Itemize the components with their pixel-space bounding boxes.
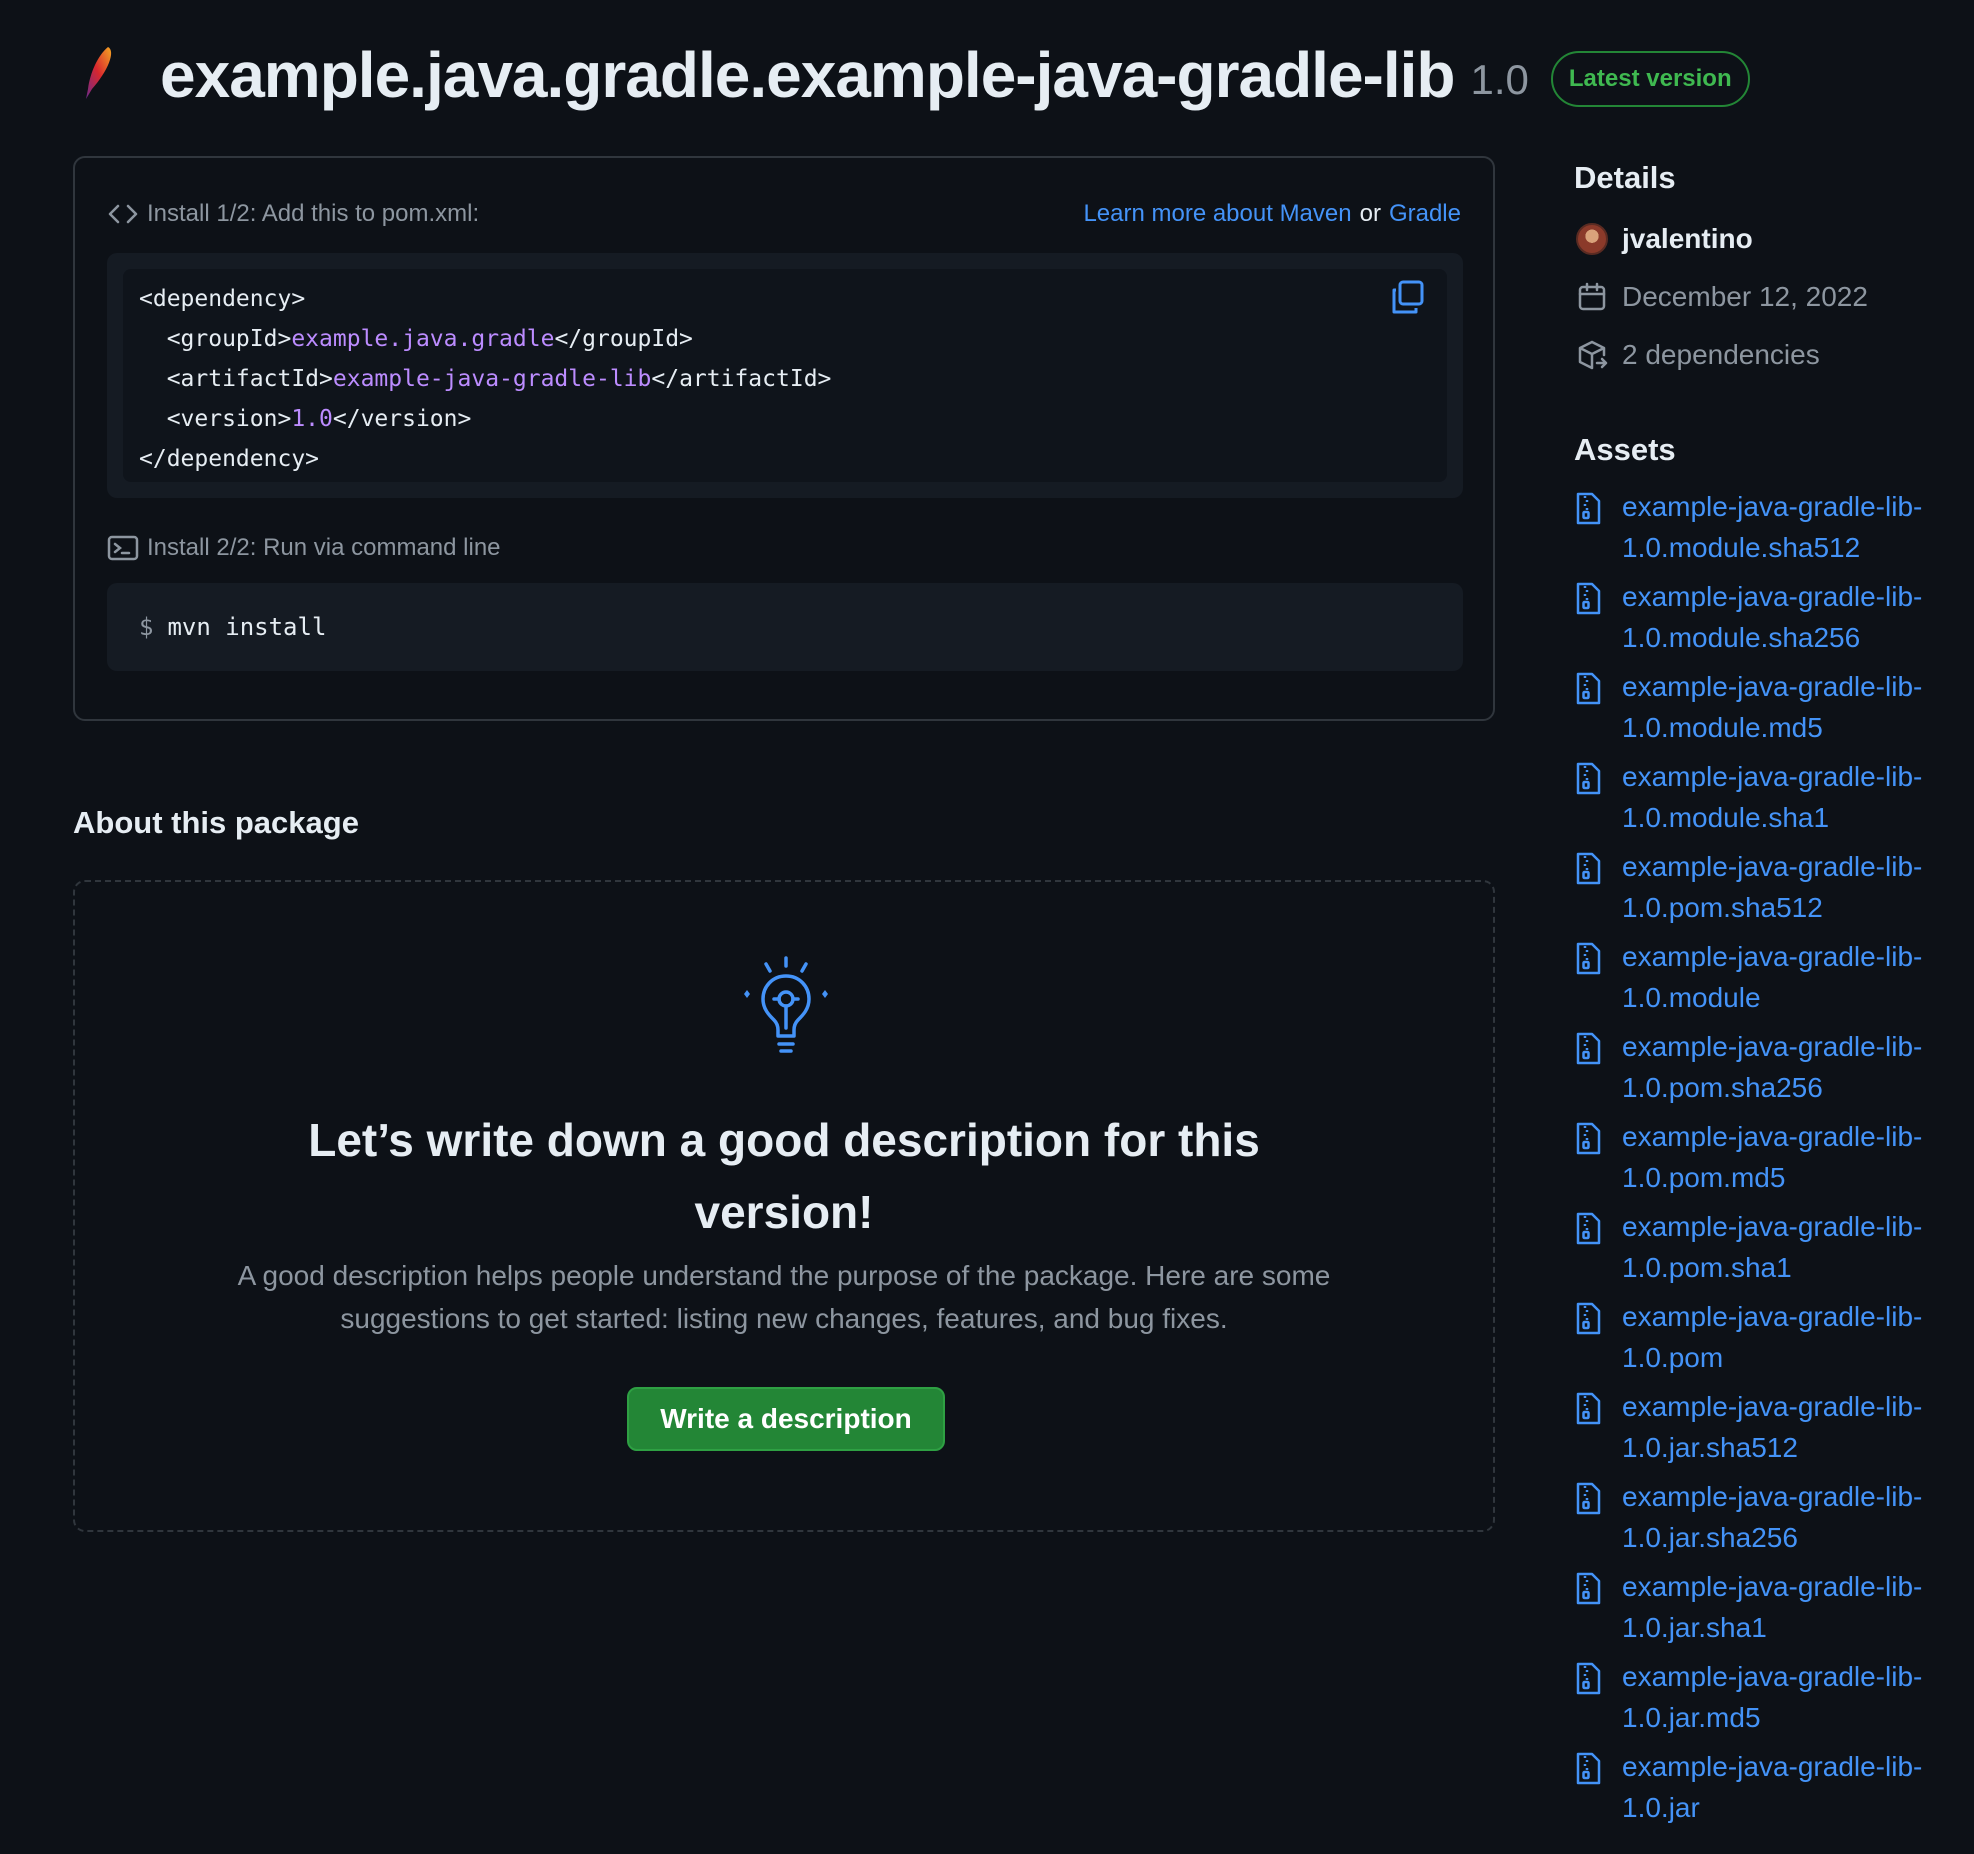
file-zip-icon xyxy=(1574,666,1610,706)
asset-link[interactable]: example-java-gradle-lib-1.0.pom.sha256 xyxy=(1622,1026,1962,1108)
asset-link[interactable]: example-java-gradle-lib-1.0.pom.md5 xyxy=(1622,1116,1962,1198)
asset-item[interactable]: example-java-gradle-lib-1.0.jar.sha1 xyxy=(1574,1566,1974,1648)
asset-item[interactable]: example-java-gradle-lib-1.0.pom.sha1 xyxy=(1574,1206,1974,1288)
asset-item[interactable]: example-java-gradle-lib-1.0.pom.md5 xyxy=(1574,1116,1974,1198)
about-heading: About this package xyxy=(73,805,359,840)
asset-link[interactable]: example-java-gradle-lib-1.0.module.sha1 xyxy=(1622,756,1962,838)
code-icon xyxy=(108,204,138,224)
asset-item[interactable]: example-java-gradle-lib-1.0.module.sha51… xyxy=(1574,486,1974,568)
sidebar: Details jvalentino December 12, 2022 2 d… xyxy=(1574,160,1974,1836)
terminal-icon xyxy=(107,535,139,561)
package-dependencies-icon xyxy=(1578,340,1608,370)
file-zip-icon xyxy=(1574,1116,1610,1156)
install-step2-label: Install 2/2: Run via command line xyxy=(147,534,501,561)
assets-heading: Assets xyxy=(1574,432,1676,467)
latest-version-badge: Latest version xyxy=(1550,51,1750,107)
empty-state-description: A good description helps people understa… xyxy=(237,1260,1331,1334)
asset-link[interactable]: example-java-gradle-lib-1.0.module.sha51… xyxy=(1622,486,1962,568)
asset-link[interactable]: example-java-gradle-lib-1.0.pom.sha512 xyxy=(1622,846,1962,928)
details-heading: Details xyxy=(1574,160,1676,195)
file-zip-icon xyxy=(1574,936,1610,976)
asset-link[interactable]: example-java-gradle-lib-1.0.jar.md5 xyxy=(1622,1656,1962,1738)
file-zip-icon xyxy=(1574,1296,1610,1336)
asset-link[interactable]: example-java-gradle-lib-1.0.module xyxy=(1622,936,1962,1018)
package-header: example.java.gradle.example-java-gradle-… xyxy=(78,30,1750,120)
assets-list: example-java-gradle-lib-1.0.module.sha51… xyxy=(1574,486,1974,1828)
asset-item[interactable]: example-java-gradle-lib-1.0.jar.sha256 xyxy=(1574,1476,1974,1558)
asset-link[interactable]: example-java-gradle-lib-1.0.jar.sha512 xyxy=(1622,1386,1962,1468)
write-description-button[interactable]: Write a description xyxy=(627,1387,945,1451)
pom-code[interactable]: <dependency> <groupId>example.java.gradl… xyxy=(139,279,831,479)
asset-item[interactable]: example-java-gradle-lib-1.0.module.sha1 xyxy=(1574,756,1974,838)
file-zip-icon xyxy=(1574,1656,1610,1696)
asset-link[interactable]: example-java-gradle-lib-1.0.jar.sha256 xyxy=(1622,1476,1962,1558)
maven-feather-icon xyxy=(86,47,112,99)
asset-link[interactable]: example-java-gradle-lib-1.0.pom xyxy=(1622,1296,1962,1378)
asset-item[interactable]: example-java-gradle-lib-1.0.module.sha25… xyxy=(1574,576,1974,658)
empty-state-title: Let’s write down a good description for … xyxy=(308,1114,1260,1238)
file-zip-icon xyxy=(1574,1026,1610,1066)
copy-icon[interactable] xyxy=(1389,279,1427,317)
asset-link[interactable]: example-java-gradle-lib-1.0.module.sha25… xyxy=(1622,576,1962,658)
file-zip-icon xyxy=(1574,1386,1610,1426)
asset-item[interactable]: example-java-gradle-lib-1.0.module.md5 xyxy=(1574,666,1974,748)
file-zip-icon xyxy=(1574,846,1610,886)
install-step1-header: Install 1/2: Add this to pom.xml: Learn … xyxy=(107,200,1461,228)
asset-link[interactable]: example-java-gradle-lib-1.0.module.md5 xyxy=(1622,666,1962,748)
command-snippet[interactable]: $ mvn install xyxy=(107,583,1463,671)
avatar xyxy=(1576,223,1608,255)
published-date-row: December 12, 2022 xyxy=(1574,268,1974,326)
asset-item[interactable]: example-java-gradle-lib-1.0.jar.md5 xyxy=(1574,1656,1974,1738)
shell-prompt: $ xyxy=(139,613,154,641)
description-empty-state: Let’s write down a good description for … xyxy=(73,880,1495,1532)
install-step1-label: Install 1/2: Add this to pom.xml: xyxy=(147,200,480,227)
package-version: 1.0 xyxy=(1470,56,1529,103)
package-title: example.java.gradle.example-java-gradle-… xyxy=(160,39,1455,111)
learn-maven-link[interactable]: Learn more about Maven xyxy=(1083,200,1351,227)
install-panel: Install 1/2: Add this to pom.xml: Learn … xyxy=(73,156,1495,721)
publisher-row[interactable]: jvalentino xyxy=(1574,210,1974,268)
lightbulb-icon xyxy=(744,956,828,1053)
file-zip-icon xyxy=(1574,1566,1610,1606)
pom-snippet: <dependency> <groupId>example.java.gradl… xyxy=(107,253,1463,498)
asset-item[interactable]: example-java-gradle-lib-1.0.module xyxy=(1574,936,1974,1018)
file-zip-icon xyxy=(1574,756,1610,796)
file-zip-icon xyxy=(1574,576,1610,616)
file-zip-icon xyxy=(1574,1206,1610,1246)
asset-link[interactable]: example-java-gradle-lib-1.0.jar xyxy=(1622,1746,1962,1828)
asset-item[interactable]: example-java-gradle-lib-1.0.pom.sha512 xyxy=(1574,846,1974,928)
asset-item[interactable]: example-java-gradle-lib-1.0.pom.sha256 xyxy=(1574,1026,1974,1108)
dependencies-count[interactable]: 2 dependencies xyxy=(1622,339,1820,371)
or-text: or xyxy=(1359,200,1381,227)
file-zip-icon xyxy=(1574,1476,1610,1516)
asset-item[interactable]: example-java-gradle-lib-1.0.jar xyxy=(1574,1746,1974,1828)
file-zip-icon xyxy=(1574,486,1610,526)
gradle-link[interactable]: Gradle xyxy=(1389,200,1461,227)
asset-item[interactable]: example-java-gradle-lib-1.0.jar.sha512 xyxy=(1574,1386,1974,1468)
published-date: December 12, 2022 xyxy=(1622,281,1868,312)
calendar-icon xyxy=(1578,282,1606,311)
file-zip-icon xyxy=(1574,1746,1610,1786)
command-text: mvn install xyxy=(167,613,327,641)
install-step2-header: Install 2/2: Run via command line xyxy=(107,534,501,562)
publisher-name[interactable]: jvalentino xyxy=(1622,223,1753,255)
asset-link[interactable]: example-java-gradle-lib-1.0.jar.sha1 xyxy=(1622,1566,1962,1648)
asset-link[interactable]: example-java-gradle-lib-1.0.pom.sha1 xyxy=(1622,1206,1962,1288)
dependencies-row[interactable]: 2 dependencies xyxy=(1574,326,1974,384)
asset-item[interactable]: example-java-gradle-lib-1.0.pom xyxy=(1574,1296,1974,1378)
